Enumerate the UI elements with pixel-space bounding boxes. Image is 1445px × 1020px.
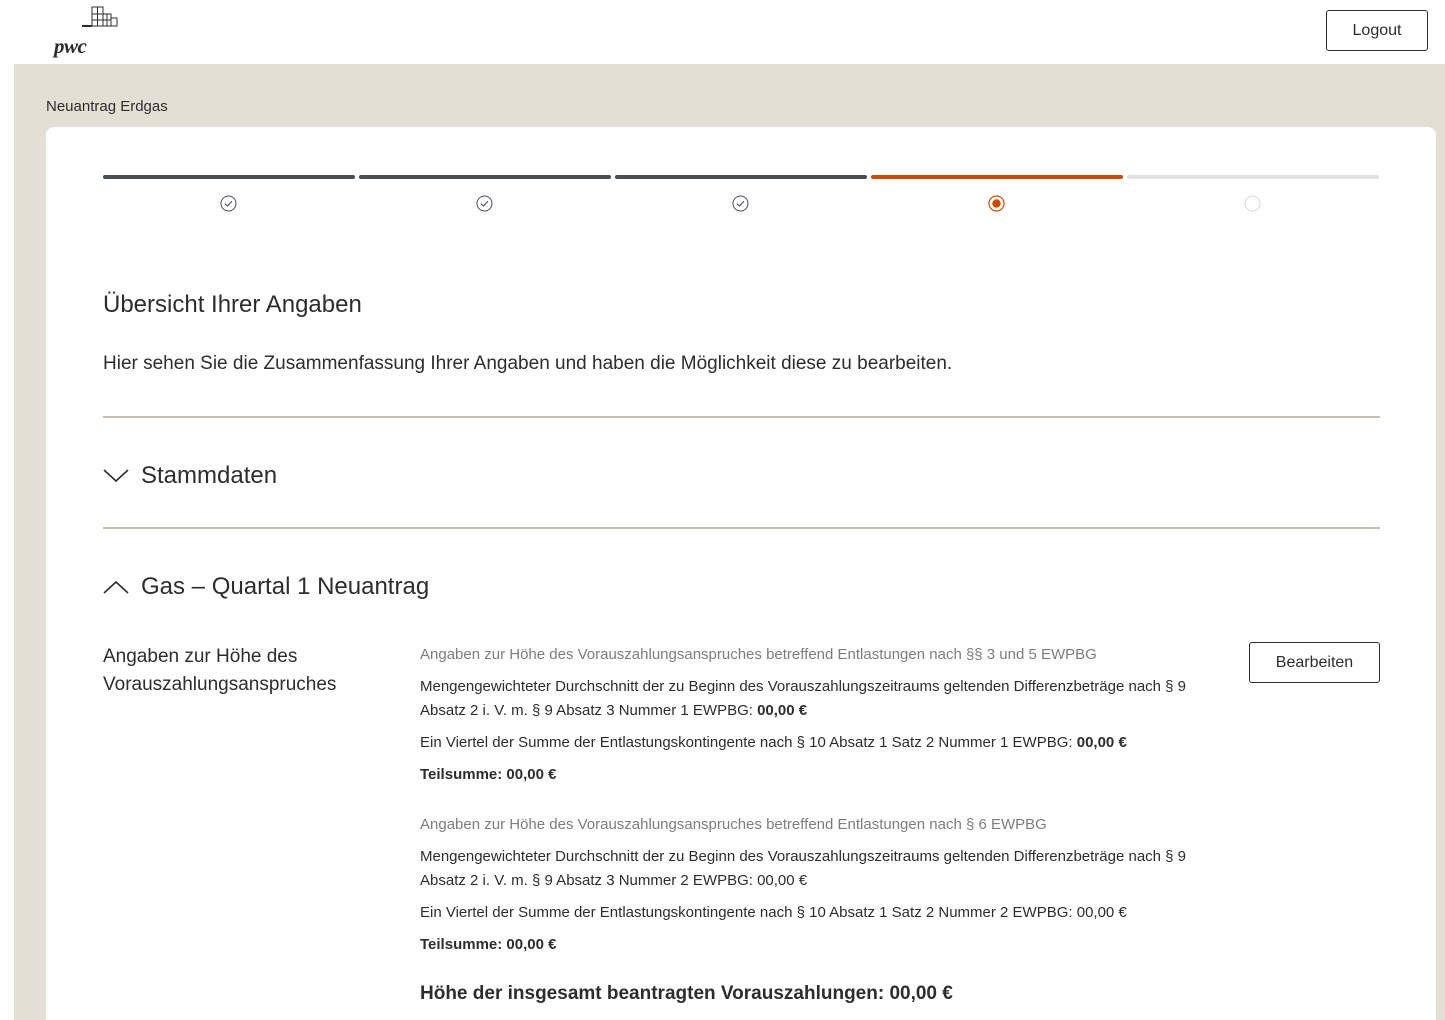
edit-button[interactable]: Bearbeiten — [1249, 642, 1380, 683]
logo-building-icon — [82, 6, 118, 27]
content-card: Übersicht Ihrer Angaben Hier sehen Sie d… — [46, 127, 1436, 1020]
group2-heading: Angaben zur Höhe des Vorauszahlungsanspr… — [420, 816, 1047, 833]
radio-active-icon — [988, 195, 1005, 212]
logo-text: pwc — [54, 34, 87, 58]
check-circle-icon — [220, 195, 237, 212]
group1-line1-value: 00,00 € — [757, 702, 808, 719]
step-2-bar — [359, 175, 611, 179]
section-label: Angaben zur Höhe des Vorauszahlungsanspr… — [103, 646, 337, 695]
circle-empty-icon — [1244, 195, 1261, 212]
group2-line1: Mengengewichteter Durchschnitt der zu Be… — [420, 848, 1187, 889]
step-3[interactable] — [615, 175, 867, 215]
pwc-logo[interactable]: pwc — [52, 6, 122, 58]
group1-line2: Ein Viertel der Summe der Entlastungskon… — [420, 731, 1220, 755]
group1-line2-value: 00,00 € — [1076, 734, 1127, 751]
accordion-title: Stammdaten — [141, 462, 278, 489]
group2-line2: Ein Viertel der Summe der Entlastungskon… — [420, 904, 1127, 921]
divider — [103, 527, 1380, 529]
accordion-title: Gas – Quartal 1 Neuantrag — [141, 573, 430, 600]
divider — [103, 416, 1380, 418]
accordion-gas-quartal-1[interactable]: Gas – Quartal 1 Neuantrag — [103, 571, 429, 603]
top-bar: pwc Logout — [0, 0, 1445, 64]
step-5-bar — [1127, 175, 1379, 179]
overview-heading: Übersicht Ihrer Angaben — [103, 291, 362, 318]
chevron-up-icon — [103, 580, 129, 594]
step-1[interactable] — [103, 175, 355, 215]
logout-button[interactable]: Logout — [1326, 10, 1428, 51]
total-amount: Höhe der insgesamt beantragten Vorauszah… — [420, 983, 953, 1004]
group1-heading: Angaben zur Höhe des Vorauszahlungsanspr… — [420, 646, 1097, 663]
group1-line2-text: Ein Viertel der Summe der Entlastungskon… — [420, 734, 1077, 751]
step-2[interactable] — [359, 175, 611, 215]
overview-intro: Hier sehen Sie die Zusammenfassung Ihrer… — [103, 353, 953, 374]
page-title: Neuantrag Erdgas — [46, 98, 168, 115]
step-4[interactable] — [871, 175, 1123, 215]
progress-stepper — [103, 175, 1379, 215]
step-5[interactable] — [1127, 175, 1379, 215]
group2-subtotal: Teilsumme: 00,00 € — [420, 936, 557, 953]
accordion-stammdaten[interactable]: Stammdaten — [103, 460, 277, 492]
chevron-down-icon — [103, 469, 129, 483]
step-4-bar — [871, 175, 1123, 179]
check-circle-icon — [732, 195, 749, 212]
group1-subtotal: Teilsumme: 00,00 € — [420, 766, 557, 783]
group1-line1: Mengengewichteter Durchschnitt der zu Be… — [420, 675, 1210, 723]
step-1-bar — [103, 175, 355, 179]
check-circle-icon — [476, 195, 493, 212]
step-3-bar — [615, 175, 867, 179]
